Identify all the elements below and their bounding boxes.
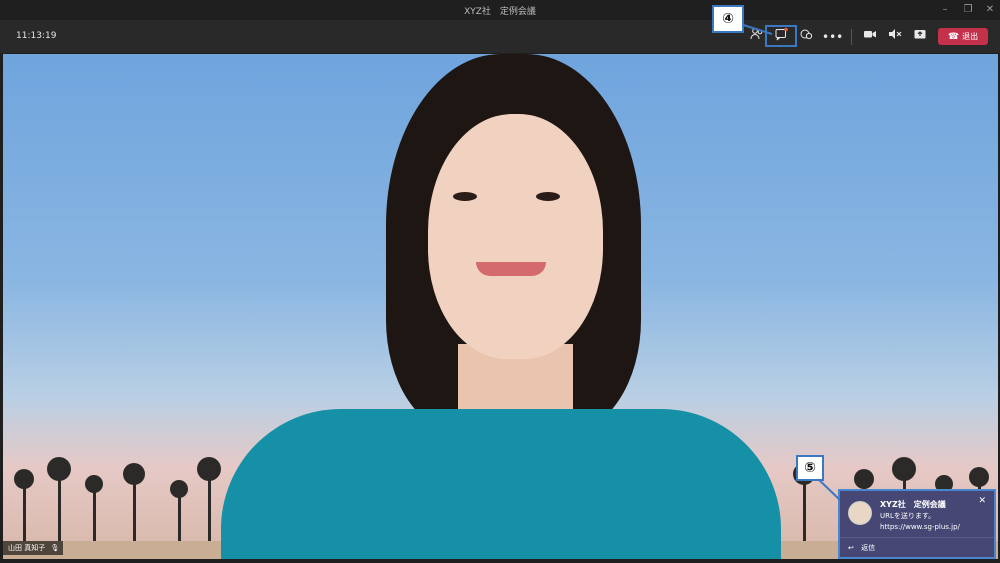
callout-step4: ④ [712,5,744,33]
callout-lines [739,23,841,501]
callout-step5: ⑤ [796,455,824,481]
